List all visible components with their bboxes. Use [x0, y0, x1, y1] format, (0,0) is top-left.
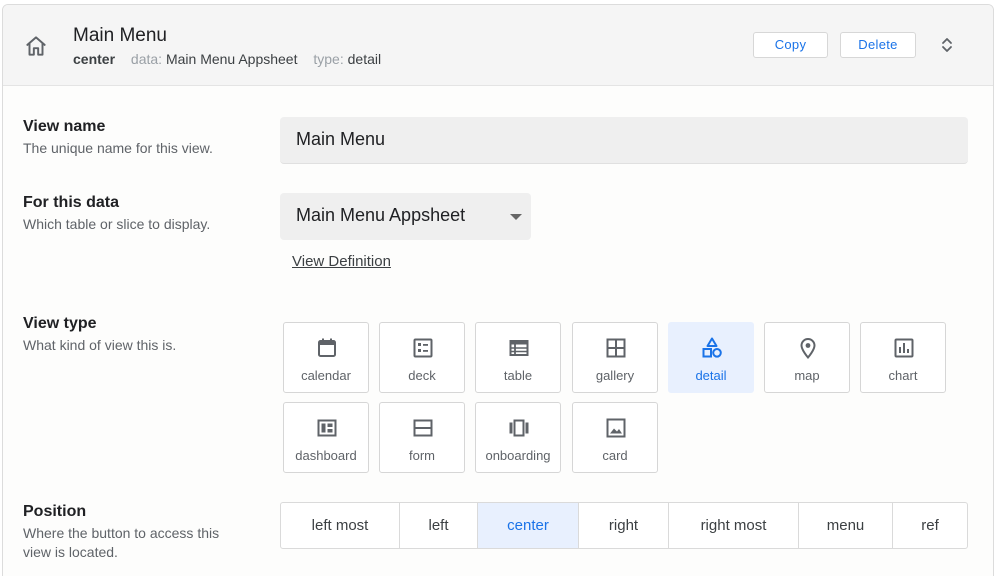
position-left[interactable]: left — [400, 503, 478, 548]
table-icon — [509, 340, 529, 356]
meta-position: center — [73, 51, 116, 67]
view-type-description: What kind of view this is. — [23, 337, 177, 353]
view-type-calendar[interactable]: calendar — [283, 322, 369, 393]
view-type-chart[interactable]: chart — [860, 322, 946, 393]
position-center[interactable]: center — [478, 503, 579, 548]
view-type-dashboard[interactable]: dashboard — [283, 402, 369, 473]
view-name-label: View name — [23, 118, 106, 135]
home-icon — [26, 36, 46, 56]
view-type-label-chart: chart — [888, 368, 918, 383]
position-menu[interactable]: menu — [799, 503, 893, 548]
deck-icon — [413, 338, 433, 358]
view-type-label-table: table — [503, 368, 533, 383]
view-name-description: The unique name for this view. — [23, 140, 213, 156]
dropdown-arrow-icon — [510, 214, 522, 220]
gallery-icon — [606, 338, 626, 358]
detail-icon — [702, 337, 722, 358]
view-type-label-gallery: gallery — [595, 368, 635, 383]
meta-data-key: data: — [130, 51, 163, 67]
view-type-label-onboarding: onboarding — [485, 448, 551, 463]
expand-collapse-icon[interactable] — [939, 36, 955, 54]
onboarding-icon — [509, 419, 529, 437]
data-source-selected: Main Menu Appsheet — [296, 205, 466, 225]
card-icon — [606, 418, 626, 438]
view-type-table[interactable]: table — [475, 322, 561, 393]
position-description-1: Where the button to access this — [23, 525, 220, 541]
position-description-2: view is located. — [23, 544, 118, 560]
view-meta: center data: Main Menu Appsheet type: de… — [73, 51, 381, 67]
view-header: Main Menu center data: Main Menu Appshee… — [3, 5, 993, 86]
dashboard-icon — [317, 419, 337, 437]
view-type-label-detail: detail — [695, 368, 727, 383]
meta-type-value: detail — [347, 51, 382, 67]
view-type-detail[interactable]: detail — [668, 322, 754, 393]
view-title: Main Menu — [73, 25, 167, 46]
delete-button[interactable]: Delete — [840, 32, 916, 58]
view-type-card[interactable]: card — [572, 402, 658, 473]
view-type-map[interactable]: map — [764, 322, 850, 393]
view-type-gallery[interactable]: gallery — [572, 322, 658, 393]
view-type-label-map: map — [794, 368, 820, 383]
view-name-input[interactable]: Main Menu — [280, 117, 968, 164]
view-type-form[interactable]: form — [379, 402, 465, 473]
position-label: Position — [23, 503, 87, 520]
meta-type-key: type: — [313, 51, 344, 67]
view-type-label-dashboard: dashboard — [295, 448, 357, 463]
position-right[interactable]: right — [579, 503, 669, 548]
view-type-label-card: card — [602, 448, 628, 463]
position-ref[interactable]: ref — [893, 503, 967, 548]
for-this-data-label: For this data — [23, 194, 120, 211]
view-settings-card: Main Menu center data: Main Menu Appshee… — [2, 4, 994, 576]
calendar-icon — [318, 338, 336, 357]
position-right-most[interactable]: right most — [669, 503, 799, 548]
view-type-label-deck: deck — [408, 368, 436, 383]
form-icon — [413, 419, 433, 437]
for-this-data-description: Which table or slice to display. — [23, 216, 211, 232]
view-type-label-calendar: calendar — [301, 368, 351, 383]
map-pin-icon — [800, 338, 816, 360]
meta-data-value: Main Menu Appsheet — [165, 51, 298, 67]
view-type-label-form: form — [409, 448, 435, 463]
position-left-most[interactable]: left most — [281, 503, 400, 548]
data-source-select[interactable]: Main Menu Appsheet — [280, 193, 531, 240]
copy-button[interactable]: Copy — [753, 32, 828, 58]
view-definition-link[interactable]: View Definition — [292, 253, 391, 270]
chart-icon — [894, 338, 914, 358]
view-type-onboarding[interactable]: onboarding — [475, 402, 561, 473]
view-type-deck[interactable]: deck — [379, 322, 465, 393]
position-segmented-control: left most left center right right most m… — [280, 502, 968, 549]
view-type-label: View type — [23, 315, 97, 332]
